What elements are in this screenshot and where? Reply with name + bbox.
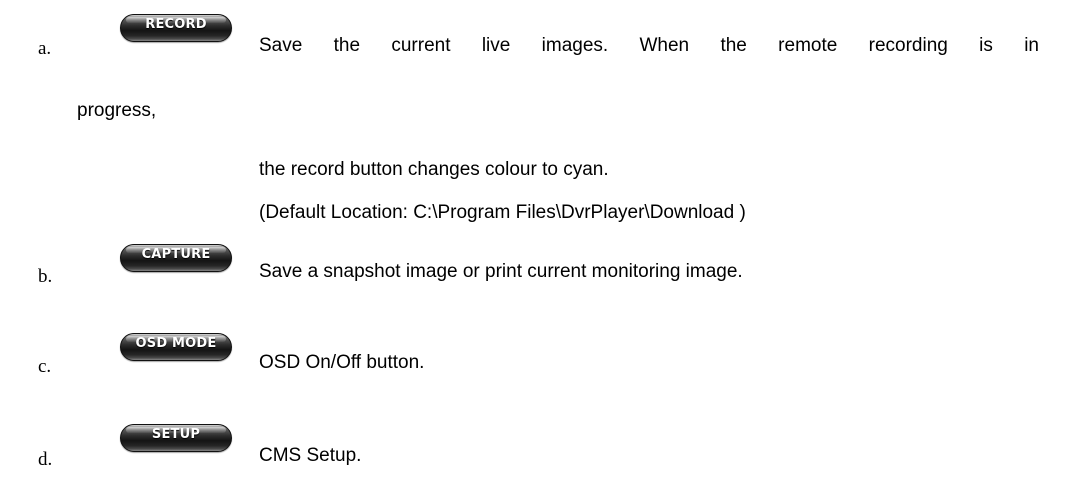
item-a-marker: a. xyxy=(38,38,52,59)
capture-button-label: CAPTURE xyxy=(141,247,211,262)
setup-description: CMS Setup. xyxy=(259,445,362,466)
capture-button[interactable]: CAPTURE xyxy=(120,244,232,272)
osd-mode-button[interactable]: OSD MODE xyxy=(120,333,232,361)
osd-mode-button-label: OSD MODE xyxy=(135,336,217,351)
setup-button[interactable]: SETUP xyxy=(120,424,232,452)
record-description-line4: (Default Location: C:\Program Files\DvrP… xyxy=(259,202,746,223)
record-description-line1: Save the current live images. When the r… xyxy=(259,35,1039,56)
capture-description: Save a snapshot image or print current m… xyxy=(259,261,743,282)
record-description-line2: progress, xyxy=(77,100,157,121)
record-button[interactable]: RECORD xyxy=(120,14,232,42)
osd-mode-description: OSD On/Off button. xyxy=(259,352,425,373)
record-description-line3: the record button changes colour to cyan… xyxy=(259,159,609,180)
item-b-marker: b. xyxy=(38,266,53,287)
item-c-marker: c. xyxy=(38,356,52,377)
record-button-label: RECORD xyxy=(145,17,207,32)
setup-button-label: SETUP xyxy=(151,427,201,442)
item-d-marker: d. xyxy=(38,449,53,470)
